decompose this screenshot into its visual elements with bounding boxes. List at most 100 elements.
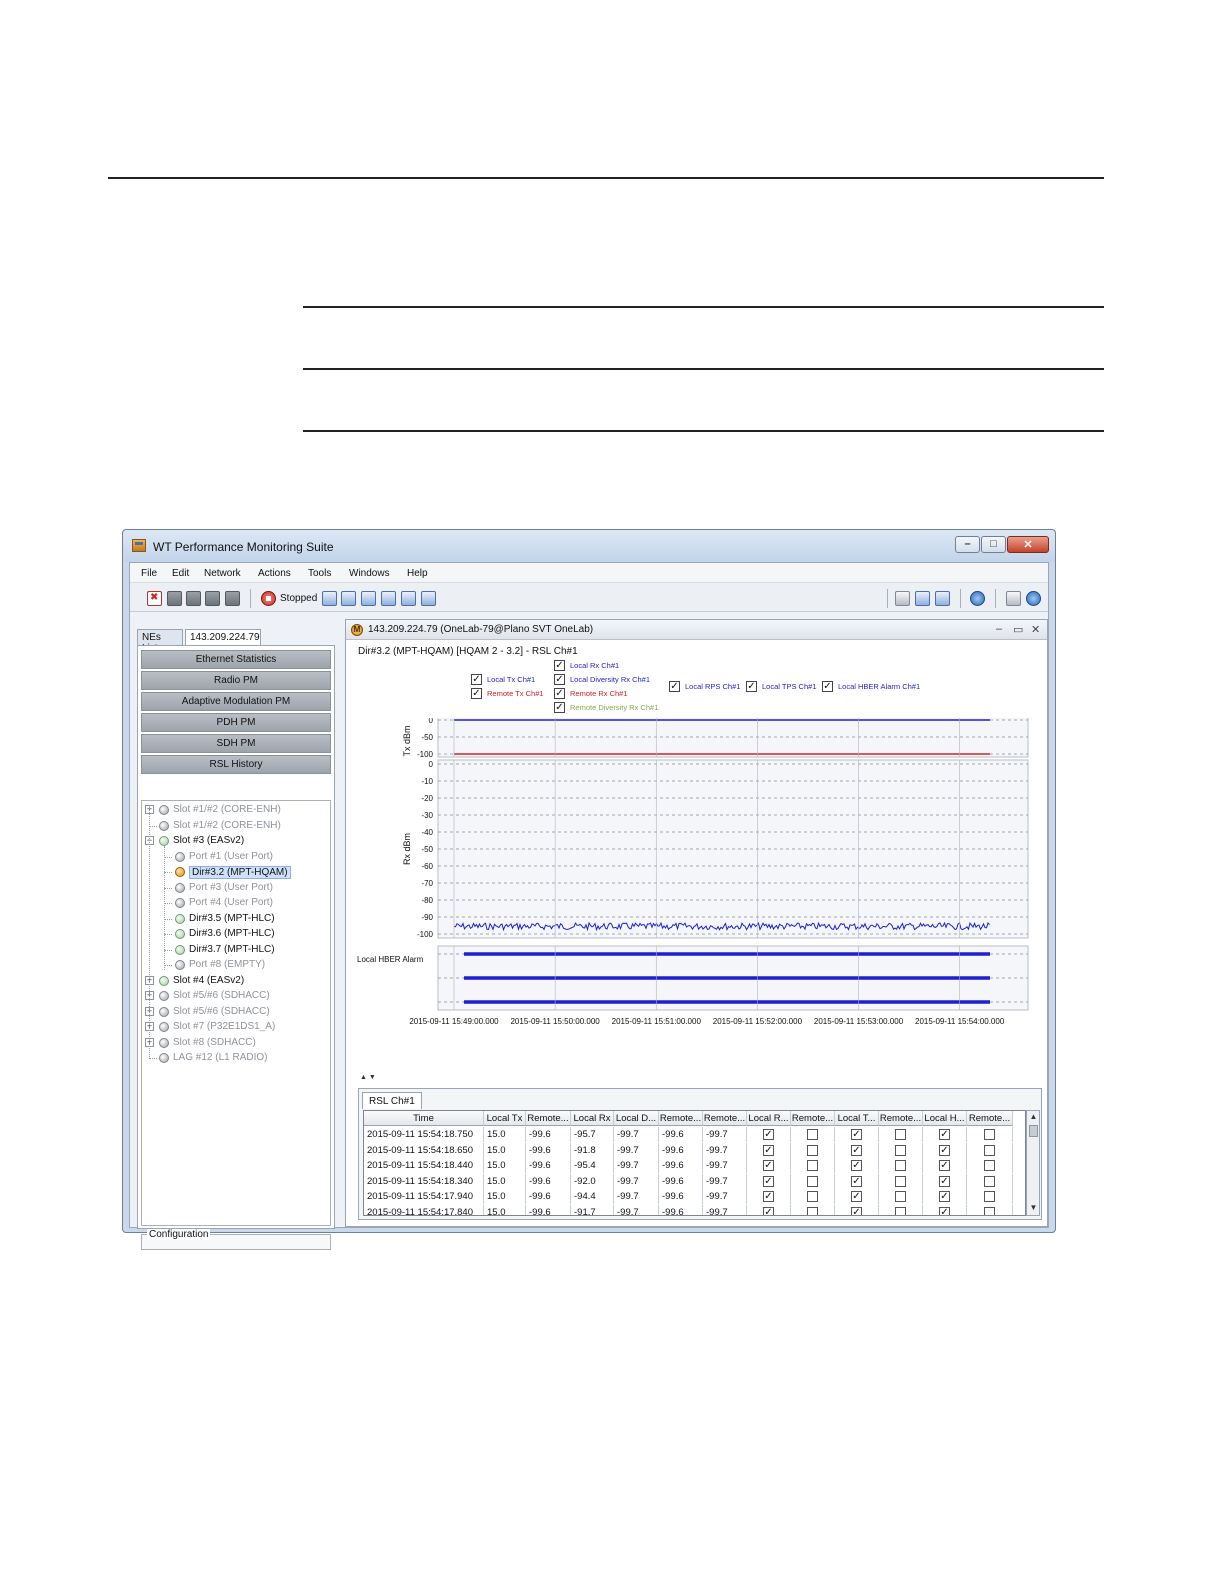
refresh-icon[interactable] xyxy=(322,591,337,606)
table-checkbox[interactable] xyxy=(984,1191,995,1202)
print-icon[interactable] xyxy=(381,591,396,606)
column-header[interactable]: Remote... xyxy=(526,1111,571,1126)
csv-export-icon[interactable] xyxy=(361,591,376,606)
window-tile-icon[interactable] xyxy=(935,591,950,606)
info-icon[interactable] xyxy=(1026,591,1041,606)
column-header[interactable]: Local H... xyxy=(923,1111,967,1126)
tree-node[interactable]: Slot #1/#2 (CORE-ENH) xyxy=(173,820,281,831)
legend-checkbox[interactable]: ✓ xyxy=(554,688,565,699)
column-header[interactable]: Remote... xyxy=(791,1111,835,1126)
column-header[interactable]: Remote... xyxy=(703,1111,747,1126)
stack-icon-2[interactable] xyxy=(186,591,201,606)
panel-minimize-icon[interactable]: – xyxy=(996,623,1002,635)
section-adaptive-modulation-pm[interactable]: Adaptive Modulation PM xyxy=(141,692,331,711)
tree-node[interactable]: Port #8 (EMPTY) xyxy=(189,959,265,970)
column-header[interactable]: Remote... xyxy=(967,1111,1013,1126)
table-checkbox[interactable] xyxy=(895,1191,906,1202)
chart-icon[interactable] xyxy=(421,591,436,606)
table-checkbox[interactable]: ✓ xyxy=(851,1191,862,1202)
menu-file[interactable]: File xyxy=(141,568,157,579)
table-scrollbar[interactable]: ▲ ▼ xyxy=(1026,1110,1040,1216)
delete-icon[interactable] xyxy=(147,591,162,606)
menu-tools[interactable]: Tools xyxy=(308,568,331,579)
section-ethernet-statistics[interactable]: Ethernet Statistics xyxy=(141,650,331,669)
tree-node[interactable]: LAG #12 (L1 RADIO) xyxy=(173,1052,267,1063)
help-icon[interactable] xyxy=(970,591,985,606)
tree-node[interactable]: Port #4 (User Port) xyxy=(189,897,273,908)
tree-node[interactable]: Dir#3.7 (MPT-HLC) xyxy=(189,944,275,955)
column-header[interactable]: Remote... xyxy=(879,1111,923,1126)
scroll-down-icon[interactable]: ▼ xyxy=(1028,1203,1039,1214)
table-checkbox[interactable]: ✓ xyxy=(851,1144,862,1156)
stop-square-icon[interactable] xyxy=(225,591,240,606)
tree-node[interactable]: Dir#3.6 (MPT-HLC) xyxy=(189,928,275,939)
column-header[interactable]: Remote... xyxy=(659,1111,703,1126)
table-view-icon[interactable] xyxy=(895,591,910,606)
legend-checkbox[interactable]: ✓ xyxy=(471,674,482,685)
splitter-arrows[interactable]: ▲ ▼ xyxy=(360,1074,376,1081)
table-checkbox[interactable] xyxy=(984,1129,995,1140)
table-checkbox[interactable] xyxy=(984,1206,995,1215)
table-checkbox[interactable]: ✓ xyxy=(851,1129,862,1140)
table-checkbox[interactable] xyxy=(984,1144,995,1156)
table-checkbox[interactable]: ✓ xyxy=(763,1191,774,1202)
stop-icon[interactable] xyxy=(261,591,276,606)
table-checkbox[interactable]: ✓ xyxy=(763,1144,774,1156)
close-button[interactable]: ✕ xyxy=(1007,536,1049,553)
table-checkbox[interactable] xyxy=(895,1160,906,1171)
tree-node[interactable]: Dir#3.2 (MPT-HQAM) xyxy=(189,866,291,879)
table-checkbox[interactable] xyxy=(807,1175,818,1187)
table-checkbox[interactable]: ✓ xyxy=(939,1129,950,1140)
section-sdh-pm[interactable]: SDH PM xyxy=(141,734,331,753)
legend-checkbox[interactable]: ✓ xyxy=(554,702,565,713)
column-header[interactable]: Local Tx xyxy=(484,1111,526,1126)
panel-close-icon[interactable]: ✕ xyxy=(1031,623,1040,636)
legend-checkbox[interactable]: ✓ xyxy=(471,688,482,699)
table-checkbox[interactable] xyxy=(895,1129,906,1140)
table-checkbox[interactable] xyxy=(807,1144,818,1156)
legend-checkbox[interactable]: ✓ xyxy=(746,681,757,692)
menu-actions[interactable]: Actions xyxy=(258,568,291,579)
table-checkbox[interactable] xyxy=(807,1160,818,1171)
legend-checkbox[interactable]: ✓ xyxy=(822,681,833,692)
scroll-thumb[interactable] xyxy=(1029,1125,1038,1137)
tree-node[interactable]: Slot #4 (EASv2) xyxy=(173,975,244,986)
tree-node[interactable]: Port #3 (User Port) xyxy=(189,882,273,893)
column-header[interactable]: Local T... xyxy=(835,1111,879,1126)
table-checkbox[interactable] xyxy=(895,1175,906,1187)
legend-checkbox[interactable]: ✓ xyxy=(669,681,680,692)
table-checkbox[interactable]: ✓ xyxy=(851,1160,862,1171)
table-checkbox[interactable] xyxy=(807,1206,818,1215)
tab-ne-address[interactable]: 143.209.224.79 xyxy=(185,629,261,645)
table-checkbox[interactable]: ✓ xyxy=(763,1129,774,1140)
section-radio-pm[interactable]: Radio PM xyxy=(141,671,331,690)
table-checkbox[interactable]: ✓ xyxy=(939,1175,950,1187)
section-pdh-pm[interactable]: PDH PM xyxy=(141,713,331,732)
table-checkbox[interactable]: ✓ xyxy=(763,1206,774,1215)
table-checkbox[interactable]: ✓ xyxy=(939,1206,950,1215)
tree-node[interactable]: Slot #5/#6 (SDHACC) xyxy=(173,1006,270,1017)
panel-header[interactable]: M 143.209.224.79 (OneLab-79@Plano SVT On… xyxy=(346,620,1047,640)
ne-tree[interactable]: + Slot #1/#2 (CORE-ENH) Slot #1/#2 (CORE-E… xyxy=(141,800,331,1226)
stack-icon[interactable] xyxy=(167,591,182,606)
table-checkbox[interactable]: ✓ xyxy=(851,1175,862,1187)
tree-node[interactable]: Slot #7 (P32E1DS1_A) xyxy=(173,1021,275,1032)
table-checkbox[interactable] xyxy=(895,1206,906,1215)
table-checkbox[interactable]: ✓ xyxy=(939,1160,950,1171)
title-bar[interactable]: WT Performance Monitoring Suite – □ ✕ xyxy=(123,530,1055,562)
tree-node[interactable]: Dir#3.5 (MPT-HLC) xyxy=(189,913,275,924)
column-header[interactable]: Local D... xyxy=(614,1111,659,1126)
tree-node[interactable]: Slot #3 (EASv2) xyxy=(173,835,244,846)
table-checkbox[interactable] xyxy=(895,1144,906,1156)
menu-help[interactable]: Help xyxy=(407,568,428,579)
table-checkbox[interactable]: ✓ xyxy=(763,1160,774,1171)
table-checkbox[interactable]: ✓ xyxy=(851,1206,862,1215)
scroll-up-icon[interactable]: ▲ xyxy=(1028,1112,1039,1123)
column-header[interactable]: Local R... xyxy=(747,1111,791,1126)
maximize-button[interactable]: □ xyxy=(981,536,1006,553)
column-header[interactable]: Local Rx xyxy=(571,1111,614,1126)
back-icon[interactable] xyxy=(1006,591,1021,606)
configuration-box[interactable]: Configuration xyxy=(141,1229,331,1250)
tree-node[interactable]: Slot #5/#6 (SDHACC) xyxy=(173,990,270,1001)
table-checkbox[interactable] xyxy=(984,1175,995,1187)
